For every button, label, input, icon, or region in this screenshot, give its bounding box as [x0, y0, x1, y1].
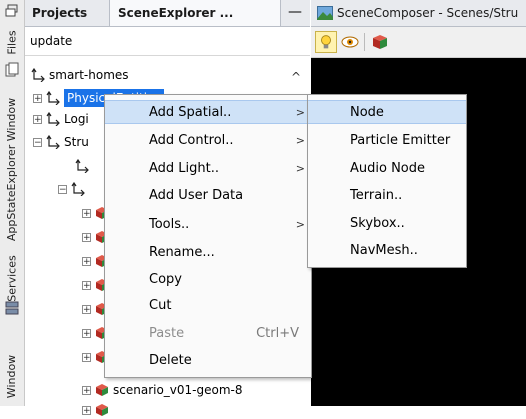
expand-icon[interactable]: +	[82, 232, 91, 242]
explorer-toolbar: update	[25, 27, 310, 56]
tree-row-geom-8[interactable]: + scenario_v01-geom-8	[82, 381, 243, 399]
tree-label-root: smart-homes	[49, 68, 129, 82]
submenu-item-skybox[interactable]: Skybox..	[308, 212, 466, 236]
composer-toolbar	[311, 27, 526, 58]
menu-item-delete[interactable]: Delete	[105, 349, 311, 373]
menu-item-add-spatial[interactable]: Add Spatial.. >	[105, 100, 311, 124]
explorer-tab-bar: Projects SceneExplorer ... × —	[25, 0, 348, 27]
submenu-item-terrain[interactable]: Terrain..	[308, 184, 466, 208]
submenu-arrow-icon: >	[295, 106, 305, 119]
tree-label-logic: Logi	[64, 112, 89, 126]
submenu-arrow-icon: >	[295, 134, 305, 147]
expand-icon[interactable]: +	[82, 256, 91, 266]
tree-row-geom[interactable]: +	[82, 401, 113, 419]
node-icon	[46, 135, 60, 149]
menu-item-add-user-data[interactable]: Add User Data	[105, 184, 311, 208]
paste-shortcut: Ctrl+V	[256, 326, 299, 341]
submenu-item-navmesh[interactable]: NavMesh..	[308, 239, 466, 263]
sidebar-tab-files[interactable]: Files	[2, 22, 22, 62]
expand-icon[interactable]: +	[33, 93, 42, 103]
landscape-icon	[317, 6, 333, 20]
tree-row-root[interactable]: smart-homes	[31, 66, 129, 84]
tree-row-logic[interactable]: + Logi	[33, 110, 89, 128]
tree-label-structure: Stru	[64, 135, 89, 149]
menu-item-rename[interactable]: Rename...	[105, 241, 311, 265]
geometry-cube-icon[interactable]	[369, 31, 391, 53]
eye-icon[interactable]	[339, 31, 361, 53]
geometry-icon	[96, 404, 108, 416]
light-bulb-icon[interactable]	[315, 31, 337, 53]
menu-item-copy[interactable]: Copy	[105, 268, 311, 292]
expand-icon[interactable]: +	[82, 352, 91, 362]
expand-icon[interactable]: +	[82, 208, 91, 218]
left-sidebar: Files AppStateExplorer Window Services W…	[0, 0, 25, 406]
add-spatial-submenu: Node Particle Emitter Audio Node Terrain…	[307, 94, 467, 268]
submenu-arrow-icon: >	[295, 162, 305, 175]
toolbar-separator	[364, 33, 365, 51]
files-icon[interactable]	[4, 62, 20, 78]
minimize-icon[interactable]: —	[288, 0, 302, 26]
expand-icon[interactable]: +	[82, 304, 91, 314]
menu-item-add-light[interactable]: Add Light.. >	[105, 157, 311, 181]
node-icon	[46, 91, 60, 105]
tab-scene-composer[interactable]: SceneComposer - Scenes/Stru	[337, 0, 518, 26]
tab-scene-explorer[interactable]: SceneExplorer ... ×	[109, 0, 348, 26]
node-icon	[46, 112, 60, 126]
expand-icon[interactable]: +	[82, 280, 91, 290]
sidebar-tab-window[interactable]: Window	[2, 346, 22, 406]
node-icon	[71, 182, 85, 196]
node-icon	[31, 68, 45, 82]
tab-scene-explorer-label: SceneExplorer ...	[118, 6, 234, 20]
menu-item-tools[interactable]: Tools.. >	[105, 213, 311, 237]
tree-row-structure[interactable]: − Stru	[33, 133, 89, 151]
services-icon[interactable]	[4, 300, 20, 316]
scroll-up-icon[interactable]: ^	[291, 70, 301, 84]
context-menu: Add Spatial.. > Add Control.. > Add Ligh…	[104, 94, 312, 378]
expand-icon[interactable]: +	[33, 114, 42, 124]
update-button[interactable]: update	[30, 34, 72, 48]
tree-row-child[interactable]	[75, 157, 93, 175]
submenu-item-node[interactable]: Node	[308, 100, 466, 124]
sidebar-tab-appstate-explorer[interactable]: AppStateExplorer Window	[2, 88, 22, 250]
expand-icon[interactable]: +	[82, 405, 91, 415]
expand-icon[interactable]: +	[82, 385, 91, 395]
tree-row-child-group[interactable]: −	[58, 180, 89, 198]
menu-item-paste[interactable]: Paste Ctrl+V	[105, 322, 311, 346]
submenu-item-particle-emitter[interactable]: Particle Emitter	[308, 129, 466, 153]
collapse-icon[interactable]: −	[33, 137, 42, 147]
menu-item-cut[interactable]: Cut	[105, 294, 311, 318]
composer-tab-bar: SceneComposer - Scenes/Stru	[311, 0, 526, 27]
window-restore-icon[interactable]	[4, 3, 20, 19]
menu-item-add-control[interactable]: Add Control.. >	[105, 129, 311, 153]
submenu-item-audio-node[interactable]: Audio Node	[308, 157, 466, 181]
sidebar-tab-services[interactable]: Services	[2, 255, 22, 301]
tab-projects[interactable]: Projects	[32, 0, 87, 26]
submenu-arrow-icon: >	[295, 218, 305, 231]
expand-icon[interactable]: +	[82, 328, 91, 338]
collapse-icon[interactable]: −	[58, 184, 67, 194]
tree-label-geom-8: scenario_v01-geom-8	[113, 383, 243, 397]
geometry-icon	[96, 384, 108, 396]
node-icon	[75, 159, 89, 173]
